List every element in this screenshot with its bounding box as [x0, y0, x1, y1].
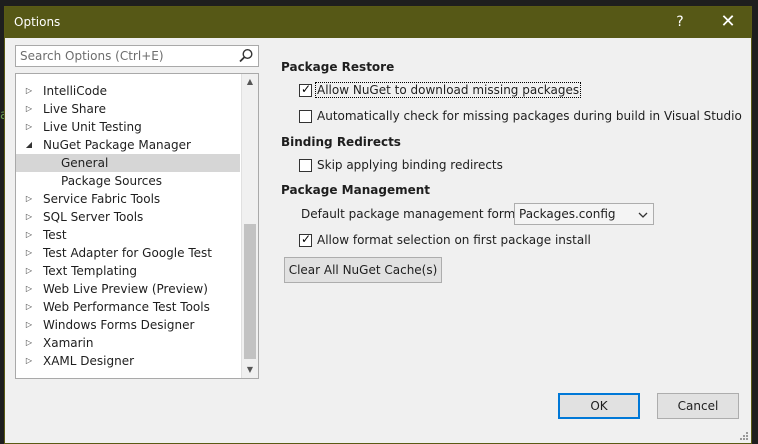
ok-button[interactable]: OK	[558, 393, 640, 419]
tree-item-label: Web Performance Test Tools	[43, 300, 210, 314]
tree-item-nuget-package-manager[interactable]: ◢ NuGet Package Manager	[16, 136, 240, 154]
expand-arrow-icon[interactable]: ▷	[23, 118, 35, 136]
search-box[interactable]	[15, 45, 259, 67]
allow-format-checkbox[interactable]: ✓	[299, 232, 312, 247]
tree-item-label: Service Fabric Tools	[43, 192, 161, 206]
chevron-down-icon[interactable]	[637, 209, 649, 219]
clear-nuget-cache-button[interactable]: Clear All NuGet Cache(s)	[284, 257, 442, 283]
auto-check-label[interactable]: Automatically check for missing packages…	[317, 109, 742, 123]
package-management-heading: Package Management	[281, 183, 430, 197]
tree-item-package-sources[interactable]: Package Sources	[16, 172, 240, 190]
expand-arrow-icon[interactable]: ▷	[23, 280, 35, 298]
resize-grip-icon[interactable]	[739, 431, 749, 441]
tree-item-windows-forms-designer[interactable]: ▷ Windows Forms Designer	[16, 316, 240, 334]
format-dropdown[interactable]: Packages.config	[514, 203, 654, 225]
tree-item-label: Windows Forms Designer	[43, 318, 195, 332]
help-button[interactable]: ?	[657, 7, 703, 38]
search-input[interactable]	[20, 48, 234, 64]
tree-item-label: Web Live Preview (Preview)	[43, 282, 208, 296]
allow-download-label[interactable]: Allow NuGet to download missing packages	[315, 82, 582, 98]
tree-item-label: General	[61, 156, 109, 170]
options-tree[interactable]: ▷ IntelliCode ▷ Live Share ▷ Live Unit T…	[15, 73, 259, 379]
tree-item-live-unit-testing[interactable]: ▷ Live Unit Testing	[16, 118, 240, 136]
tree-item-label: Package Sources	[61, 174, 163, 188]
scroll-thumb[interactable]	[244, 224, 256, 359]
window-title: Options	[14, 15, 61, 29]
tree-item-label: Live Share	[43, 102, 106, 116]
tree-item-live-share[interactable]: ▷ Live Share	[16, 100, 240, 118]
tree-item-web-performance-test-tools[interactable]: ▷ Web Performance Test Tools	[16, 298, 240, 316]
search-icon[interactable]	[237, 47, 255, 65]
skip-binding-redirects-label[interactable]: Skip applying binding redirects	[317, 158, 503, 172]
expand-arrow-icon[interactable]: ▷	[23, 316, 35, 334]
tree-item-label: XAML Designer	[43, 354, 135, 368]
allow-download-checkbox[interactable]: ✓	[299, 82, 312, 97]
tree-item-test[interactable]: ▷ Test	[16, 226, 240, 244]
skip-binding-redirects-checkbox[interactable]	[299, 159, 312, 172]
expand-arrow-icon[interactable]: ▷	[23, 334, 35, 352]
checkmark-icon: ✓	[301, 232, 312, 246]
expand-arrow-icon[interactable]: ▷	[23, 100, 35, 118]
tree-item-label: Text Templating	[43, 264, 138, 278]
format-dropdown-value: Packages.config	[519, 207, 616, 221]
expand-arrow-icon[interactable]: ▷	[23, 298, 35, 316]
tree-item-label: Test Adapter for Google Test	[43, 246, 212, 260]
close-button[interactable]: ✕	[705, 7, 751, 38]
collapse-arrow-icon[interactable]: ◢	[23, 136, 35, 154]
cancel-button[interactable]: Cancel	[657, 393, 739, 419]
allow-format-label[interactable]: Allow format selection on first package …	[317, 233, 591, 247]
focus-rectangle: Allow NuGet to download missing packages	[315, 82, 582, 98]
expand-arrow-icon[interactable]: ▷	[23, 262, 35, 280]
options-dialog: Options ? ✕ ▷ IntelliCode ▷ Live Share	[4, 6, 752, 444]
tree-item-general[interactable]: General	[16, 154, 240, 172]
expand-arrow-icon[interactable]: ▷	[23, 244, 35, 262]
checkmark-icon: ✓	[301, 82, 312, 96]
scroll-down-arrow-icon[interactable]: ▼	[242, 362, 258, 378]
expand-arrow-icon[interactable]: ▷	[23, 352, 35, 370]
expand-arrow-icon[interactable]: ▷	[23, 82, 35, 100]
tree-item-text-templating[interactable]: ▷ Text Templating	[16, 262, 240, 280]
options-navigation: ▷ IntelliCode ▷ Live Share ▷ Live Unit T…	[15, 45, 259, 379]
tree-item-test-adapter-google-test[interactable]: ▷ Test Adapter for Google Test	[16, 244, 240, 262]
title-bar[interactable]: Options ? ✕	[5, 7, 751, 38]
tree-item-label: SQL Server Tools	[43, 210, 144, 224]
tree-item-xaml-designer[interactable]: ▷ XAML Designer	[16, 352, 240, 370]
tree-scrollbar[interactable]: ▲ ▼	[241, 74, 258, 378]
tree-item-intellicode[interactable]: ▷ IntelliCode	[16, 82, 240, 100]
editor-background-right	[752, 0, 758, 444]
package-restore-heading: Package Restore	[281, 60, 395, 74]
expand-arrow-icon[interactable]: ▷	[23, 226, 35, 244]
tree-item-service-fabric-tools[interactable]: ▷ Service Fabric Tools	[16, 190, 240, 208]
nuget-general-settings: Package Restore ✓ Allow NuGet to downloa…	[281, 55, 742, 295]
tree-item-sql-server-tools[interactable]: ▷ SQL Server Tools	[16, 208, 240, 226]
scroll-up-arrow-icon[interactable]: ▲	[242, 74, 258, 90]
tree-item-label: IntelliCode	[43, 84, 107, 98]
auto-check-checkbox[interactable]	[299, 110, 312, 123]
expand-arrow-icon[interactable]: ▷	[23, 190, 35, 208]
format-label: Default package management format:	[301, 207, 532, 221]
tree-item-label: Test	[43, 228, 67, 242]
tree-item-web-live-preview[interactable]: ▷ Web Live Preview (Preview)	[16, 280, 240, 298]
binding-redirects-heading: Binding Redirects	[281, 135, 401, 149]
tree-item-xamarin[interactable]: ▷ Xamarin	[16, 334, 240, 352]
tree-item-label: Xamarin	[43, 336, 94, 350]
tree-item-label: NuGet Package Manager	[43, 138, 191, 152]
tree-item-label: Live Unit Testing	[43, 120, 142, 134]
expand-arrow-icon[interactable]: ▷	[23, 208, 35, 226]
